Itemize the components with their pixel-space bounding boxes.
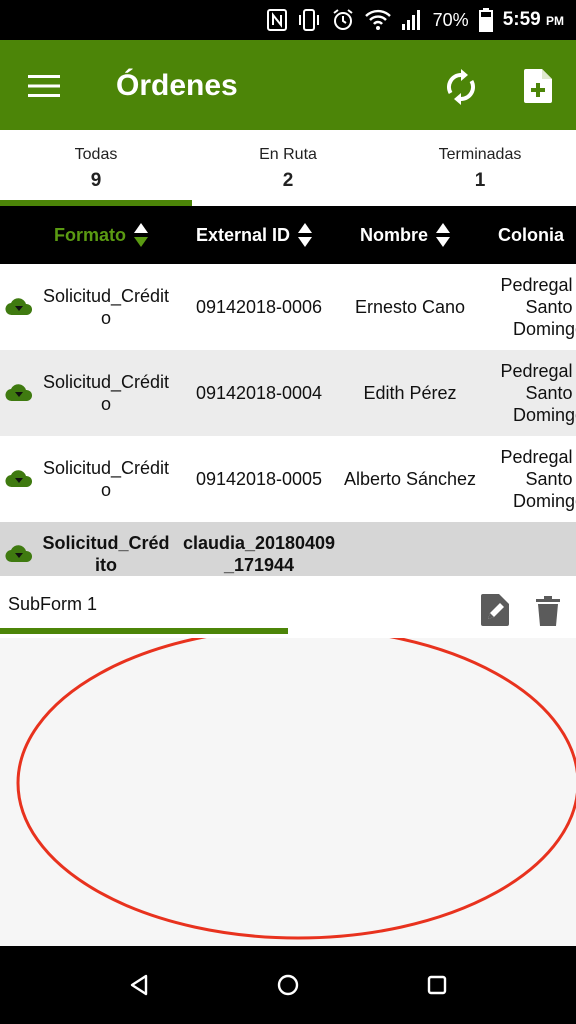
cell-nombre: Alberto Sánchez [343,469,477,489]
tab-count: 9 [90,170,102,191]
back-icon [130,974,148,996]
battery-icon [478,8,493,32]
tab-terminadas[interactable]: Terminadas 1 [384,130,576,206]
home-button[interactable] [268,965,308,1005]
tab-en-ruta[interactable]: En Ruta 2 [192,130,384,206]
subform-bar: SubForm 1 [0,576,576,638]
home-icon [277,974,299,996]
orders-table: Solicitud_Crédito 09142018-0006 Ernesto … [0,264,576,586]
table-row[interactable]: Solicitud_Crédito 09142018-0005 Alberto … [0,436,576,522]
new-document-icon [524,69,552,103]
column-header-nombre[interactable]: Nombre [360,206,451,264]
annotation-ellipse [16,638,576,940]
tab-count: 2 [282,170,294,191]
cloud-download-icon [5,298,33,316]
cell-formato: Solicitud_Crédito [42,372,170,414]
delete-icon [536,596,560,626]
recents-button[interactable] [417,965,457,1005]
menu-icon [28,75,60,97]
cell-colonia: Pedregal de Santo Domingo [500,361,576,425]
app-bar: Órdenes [0,40,576,130]
cell-formato: Solicitud_Crédito [42,286,170,328]
vibrate-icon [297,9,321,31]
sort-icon [298,223,313,247]
cell-external-id: 09142018-0005 [195,469,323,489]
table-row[interactable]: Solicitud_Crédito 09142018-0004 Edith Pé… [0,350,576,436]
column-label: External ID [196,224,291,245]
signal-icon [401,9,423,31]
recents-icon [427,975,447,995]
tab-todas[interactable]: Todas 9 [0,130,192,206]
column-label: Nombre [360,224,429,245]
table-header: Formato External ID Nombre Colonia [0,206,576,264]
navigation-bar [0,946,576,1024]
cell-formato: Solicitud_Crédito [42,458,170,500]
subform-tab[interactable]: SubForm 1 [8,594,97,615]
status-bar: 70% 5:59 PM [0,0,576,40]
delete-button[interactable] [532,594,564,628]
page-title: Órdenes [116,69,238,102]
edit-button[interactable] [478,592,512,628]
new-document-button[interactable] [514,62,562,110]
menu-button[interactable] [22,64,66,108]
column-header-external-id[interactable]: External ID [196,206,313,264]
tab-bar: Todas 9 En Ruta 2 Terminadas 1 [0,130,576,206]
wifi-icon [364,9,391,31]
status-icons: 70% 5:59 PM [266,0,564,40]
cell-colonia: Pedregal de Santo Domingo [500,275,576,339]
column-header-formato[interactable]: Formato [54,206,148,264]
sort-icon [134,223,148,247]
cell-colonia: Pedregal de Santo Domingo [500,447,576,511]
tab-count: 1 [474,170,486,191]
subform-content-area [0,638,576,946]
tab-label: Terminadas [438,146,522,163]
tab-label: Todas [74,146,118,163]
cloud-download-icon [5,545,33,563]
cloud-download-icon [5,470,33,488]
tab-label: En Ruta [259,146,317,163]
cell-external-id: 09142018-0004 [195,383,323,403]
table-row[interactable]: Solicitud_Crédito 09142018-0006 Ernesto … [0,264,576,350]
subform-tab-indicator [0,628,288,634]
battery-percent: 70% [432,9,469,30]
sort-icon [436,223,451,247]
alarm-icon [331,8,355,32]
column-label: Colonia [498,224,564,245]
cell-external-id: 09142018-0006 [195,297,323,317]
refresh-button[interactable] [438,64,484,110]
back-button[interactable] [119,965,159,1005]
column-label: Formato [54,224,126,245]
cell-nombre: Edith Pérez [363,383,457,403]
cell-nombre: Ernesto Cano [354,297,466,317]
edit-icon [481,594,509,626]
clock: 5:59 PM [502,9,564,30]
refresh-icon [447,69,475,105]
column-header-colonia[interactable]: Colonia [498,206,564,264]
cloud-download-icon [5,384,33,402]
nfc-icon [266,9,287,31]
